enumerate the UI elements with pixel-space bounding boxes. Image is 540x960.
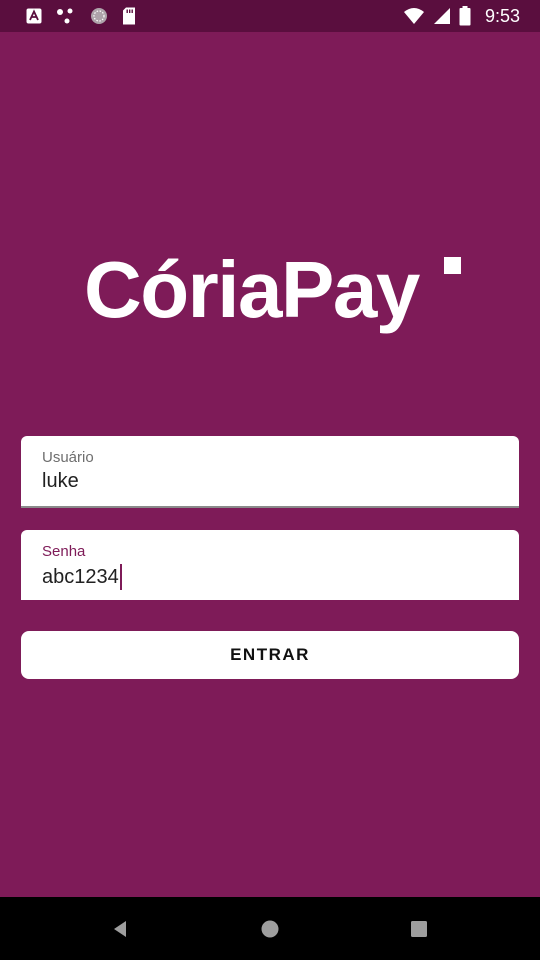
username-field[interactable]: Usuário luke <box>21 436 519 508</box>
password-value: abc1234 <box>42 565 119 588</box>
cell-signal-icon <box>433 8 450 24</box>
battery-icon <box>459 6 471 26</box>
status-right-icons: 9:53 <box>403 5 520 27</box>
status-time: 9:53 <box>484 5 520 26</box>
logo-text: CóriaPay <box>84 245 420 334</box>
password-field[interactable]: Senha abc1234 <box>21 530 519 600</box>
wifi-icon <box>403 8 424 24</box>
username-label: Usuário <box>42 449 94 466</box>
font-a-icon <box>26 8 42 24</box>
username-value: luke <box>42 470 79 492</box>
status-left-icons <box>26 6 136 26</box>
home-icon[interactable] <box>259 918 281 940</box>
text-cursor <box>119 564 122 590</box>
status-bar: 9:53 <box>0 0 540 32</box>
circle-badge-icon <box>91 8 107 24</box>
back-icon[interactable] <box>110 918 132 940</box>
username-input[interactable]: luke <box>42 470 79 493</box>
logo-square-mark <box>444 257 461 274</box>
recents-icon[interactable] <box>408 918 430 940</box>
system-nav-bar <box>0 897 540 960</box>
dots-icon <box>57 8 73 24</box>
app-logo: CóriaPay <box>84 246 484 346</box>
login-button-label: ENTRAR <box>230 645 310 664</box>
sd-card-icon <box>123 7 135 25</box>
login-button[interactable]: ENTRAR <box>21 631 519 679</box>
password-label: Senha <box>42 543 86 560</box>
password-input[interactable]: abc1234 <box>42 564 122 590</box>
